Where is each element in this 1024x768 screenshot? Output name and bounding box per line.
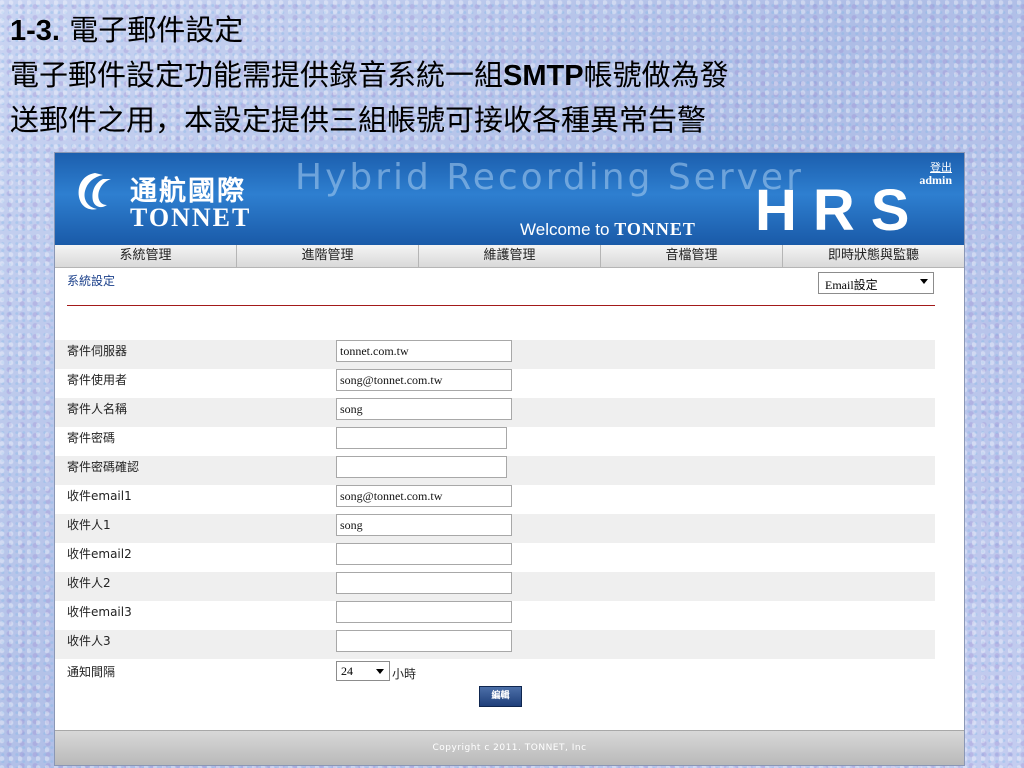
form-row: 收件人3	[55, 630, 935, 659]
slide-heading: 電子郵件設定	[69, 13, 244, 47]
field-label: 收件人1	[67, 518, 111, 532]
smtp-password-input[interactable]	[336, 427, 507, 449]
chevron-down-icon	[920, 279, 928, 284]
form-row: 寄件使用者 song@tonnet.com.tw	[55, 369, 935, 398]
slide-desc-part2: 帳號做為發	[583, 58, 729, 92]
field-label: 通知間隔	[67, 665, 116, 679]
header-banner: 通航國際 TONNET Hybrid Recording Server Welc…	[55, 153, 964, 245]
field-label: 收件人3	[67, 634, 111, 648]
slide-desc-smtp: SMTP	[503, 60, 584, 92]
field-label: 收件email2	[67, 547, 132, 561]
field-label: 寄件密碼	[67, 431, 116, 445]
recipient2-name-input[interactable]	[336, 572, 512, 594]
recipient1-name-input[interactable]: song	[336, 514, 512, 536]
welcome-text: Welcome to TONNET	[520, 219, 696, 240]
slide-title: 1-3. 電子郵件設定 電子郵件設定功能需提供錄音系統一組SMTP帳號做為發 送…	[10, 8, 1014, 142]
edit-button[interactable]: 編輯	[479, 686, 522, 707]
form-row: 收件email3	[55, 601, 935, 630]
form-row: 寄件伺服器 tonnet.com.tw	[55, 340, 935, 369]
field-label: 收件email1	[67, 489, 132, 503]
settings-section-select[interactable]: Email設定	[818, 272, 934, 294]
footer-copyright: Copyright c 2011. TONNET, Inc	[55, 730, 964, 765]
slide-description-line1: 電子郵件設定功能需提供錄音系統一組SMTP帳號做為發	[10, 53, 1014, 98]
main-menu: 系統管理 進階管理 維護管理 音檔管理 即時狀態與監聽	[55, 245, 964, 268]
menu-realtime-status-monitoring[interactable]: 即時狀態與監聽	[783, 245, 964, 267]
current-user: admin	[919, 173, 952, 187]
form-row: 收件人1 song	[55, 514, 935, 543]
notify-interval-value: 24	[341, 664, 353, 678]
menu-system-management[interactable]: 系統管理	[55, 245, 237, 267]
interval-unit-label: 小時	[392, 667, 417, 681]
form-row: 寄件密碼	[55, 427, 935, 456]
field-label: 收件人2	[67, 576, 111, 590]
sender-name-input[interactable]: song	[336, 398, 512, 420]
notify-interval-select[interactable]: 24	[336, 661, 390, 681]
form-row: 收件人2	[55, 572, 935, 601]
field-label: 寄件密碼確認	[67, 460, 140, 474]
divider	[67, 305, 935, 306]
form-row: 寄件人名稱 song	[55, 398, 935, 427]
form-row: 寄件密碼確認	[55, 456, 935, 485]
field-label: 寄件人名稱	[67, 402, 128, 416]
field-label: 寄件使用者	[67, 373, 128, 387]
breadcrumb: 系統設定	[67, 274, 116, 288]
smtp-user-input[interactable]: song@tonnet.com.tw	[336, 369, 512, 391]
tonnet-logo-icon	[78, 173, 111, 210]
slide-description-line2: 送郵件之用，本設定提供三組帳號可接收各種異常告警	[10, 103, 707, 137]
hrs-app-window: 通航國際 TONNET Hybrid Recording Server Welc…	[54, 152, 965, 766]
form-row: 收件email1 song@tonnet.com.tw	[55, 485, 935, 514]
smtp-password-confirm-input[interactable]	[336, 456, 507, 478]
welcome-brand: TONNET	[614, 219, 696, 239]
slide-desc-part1: 電子郵件設定功能需提供錄音系統一組	[10, 58, 504, 92]
welcome-label: Welcome to	[520, 220, 610, 239]
hrs-logo-text: HRS	[755, 178, 926, 243]
logo-english-text: TONNET	[130, 203, 252, 232]
chevron-down-icon	[376, 669, 384, 674]
recipient-email2-input[interactable]	[336, 543, 512, 565]
recipient3-name-input[interactable]	[336, 630, 512, 652]
product-name: Hybrid Recording Server	[295, 157, 804, 198]
menu-advanced-management[interactable]: 進階管理	[237, 245, 419, 267]
field-label: 收件email3	[67, 605, 132, 619]
recipient-email3-input[interactable]	[336, 601, 512, 623]
menu-maintenance-management[interactable]: 維護管理	[419, 245, 601, 267]
slide-heading-line: 1-3. 電子郵件設定	[10, 8, 1014, 53]
settings-section-selected: Email設定	[825, 278, 878, 292]
recipient-email1-input[interactable]: song@tonnet.com.tw	[336, 485, 512, 507]
smtp-server-input[interactable]: tonnet.com.tw	[336, 340, 512, 362]
form-row: 收件email2	[55, 543, 935, 572]
field-label: 寄件伺服器	[67, 344, 128, 358]
slide-section-number: 1-3.	[10, 15, 60, 47]
menu-audio-file-management[interactable]: 音檔管理	[601, 245, 783, 267]
